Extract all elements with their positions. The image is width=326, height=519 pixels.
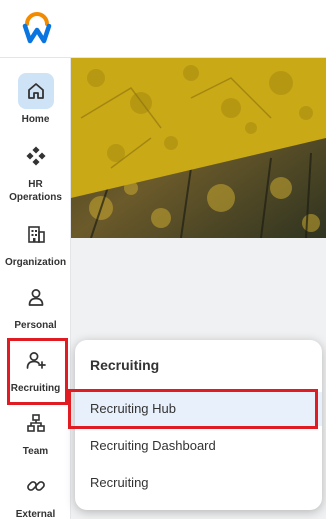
recruiting-flyout-menu: Recruiting Recruiting Hub Recruiting Das… bbox=[75, 340, 322, 510]
sidebar-item-label: Personal bbox=[14, 320, 57, 331]
home-icon bbox=[17, 73, 54, 109]
workday-logo-icon[interactable] bbox=[22, 12, 52, 44]
sidebar-item-label: Team bbox=[22, 446, 49, 457]
menu-item-recruiting-dashboard[interactable]: Recruiting Dashboard bbox=[75, 429, 322, 463]
sidebar-item-team[interactable]: Team bbox=[0, 405, 71, 458]
sidebar-item-label: External bbox=[15, 509, 56, 519]
diamond-grid-icon bbox=[18, 138, 54, 174]
menu-item-recruiting-hub[interactable]: Recruiting Hub bbox=[75, 392, 322, 426]
top-bar bbox=[0, 0, 326, 58]
sidebar-item-label: Home bbox=[21, 114, 50, 125]
sidebar: Home HR Operations Organization Personal… bbox=[0, 58, 71, 519]
menu-item-recruiting[interactable]: Recruiting bbox=[75, 466, 322, 500]
sidebar-item-home[interactable]: Home bbox=[0, 73, 71, 126]
sidebar-item-label: Recruiting bbox=[10, 383, 61, 394]
building-icon bbox=[18, 216, 54, 252]
person-icon bbox=[18, 279, 54, 315]
flyout-title: Recruiting bbox=[90, 357, 160, 373]
org-chart-icon bbox=[18, 405, 54, 441]
hero-image bbox=[71, 58, 326, 238]
sidebar-item-personal[interactable]: Personal bbox=[0, 279, 71, 332]
sidebar-item-recruiting[interactable]: Recruiting bbox=[0, 342, 71, 395]
add-person-icon bbox=[18, 342, 54, 378]
sidebar-item-organization[interactable]: Organization bbox=[0, 216, 71, 269]
sidebar-item-label: Organization bbox=[4, 257, 67, 268]
sidebar-item-label: HR Operations bbox=[9, 179, 62, 203]
link-icon bbox=[18, 468, 54, 504]
sidebar-item-external[interactable]: External bbox=[0, 468, 71, 519]
sidebar-item-hr-operations[interactable]: HR Operations bbox=[0, 138, 71, 204]
